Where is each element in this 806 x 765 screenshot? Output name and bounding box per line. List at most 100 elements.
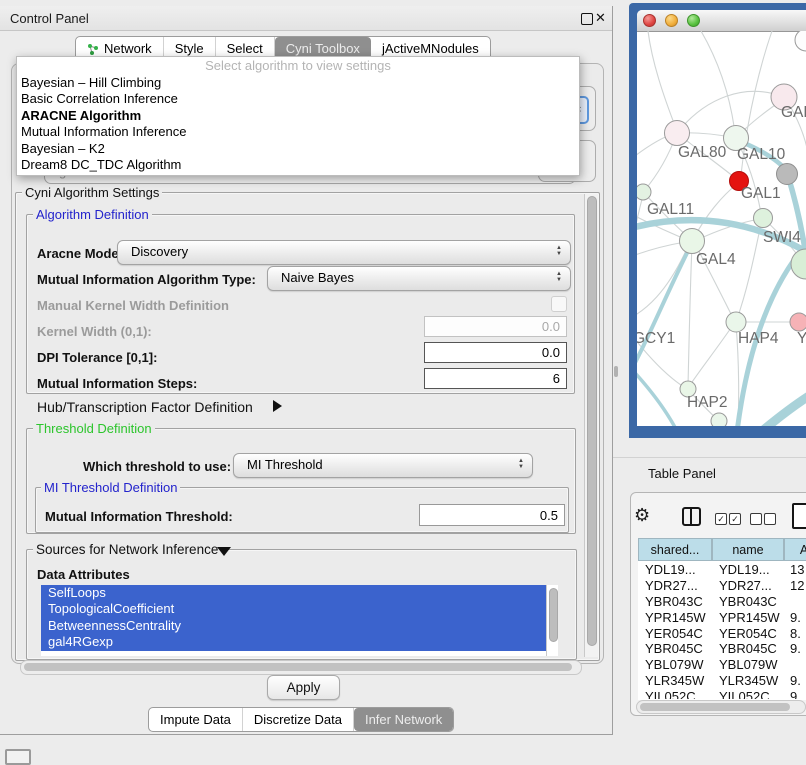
network-node-hap4[interactable] bbox=[726, 312, 746, 332]
which-threshold-label: Which threshold to use: bbox=[83, 459, 231, 474]
attribute-item-selected[interactable]: BetweennessCentrality bbox=[41, 618, 546, 634]
data-attributes-list[interactable]: SelfLoopsTopologicalCoefficientBetweenne… bbox=[41, 585, 557, 656]
attributes-scrollbar[interactable] bbox=[546, 585, 558, 656]
dropdown-prompt: Select algorithm to view settings bbox=[17, 57, 579, 75]
algorithm-option[interactable]: ARACNE Algorithm bbox=[17, 108, 579, 124]
network-node[interactable] bbox=[777, 164, 798, 185]
sources-group-title[interactable]: Sources for Network Inference bbox=[33, 542, 221, 557]
collapse-arrow-icon[interactable] bbox=[217, 547, 231, 556]
network-node[interactable] bbox=[795, 31, 806, 51]
which-threshold-combobox[interactable]: MI Threshold ▲▼ bbox=[233, 453, 533, 478]
table-row[interactable]: YDL19...YDL19...13 bbox=[638, 562, 806, 578]
table-row[interactable]: YIL052CYIL052C9. bbox=[638, 688, 806, 699]
aracne-mode-value: Discovery bbox=[118, 241, 570, 263]
mi-algorithm-type-value: Naive Bayes bbox=[268, 267, 570, 289]
attribute-items: SelfLoopsTopologicalCoefficientBetweenne… bbox=[41, 585, 557, 651]
tab-impute-data[interactable]: Impute Data bbox=[149, 708, 243, 731]
algorithm-option[interactable]: Dream8 DC_TDC Algorithm bbox=[17, 157, 579, 173]
table-cell: YIL052C bbox=[638, 689, 713, 699]
dpi-tolerance-field[interactable]: 0.0 bbox=[424, 342, 567, 363]
close-icon[interactable]: ✕ bbox=[595, 10, 606, 26]
table-row[interactable]: YBL079WYBL079W bbox=[638, 657, 806, 673]
mi-algorithm-type-combobox[interactable]: Naive Bayes ▲▼ bbox=[267, 266, 571, 291]
unchecked-checkbox-icon[interactable] bbox=[750, 513, 762, 525]
close-traffic-light-icon[interactable] bbox=[643, 14, 656, 27]
algorithm-option[interactable]: Basic Correlation Inference bbox=[17, 91, 579, 107]
attribute-item-selected[interactable]: gal4RGexp bbox=[41, 634, 546, 650]
unchecked-checkbox-icon[interactable] bbox=[764, 513, 776, 525]
hub-definition-label[interactable]: Hub/Transcription Factor Definition bbox=[37, 399, 253, 415]
mi-algorithm-type-label: Mutual Information Algorithm Type: bbox=[37, 272, 256, 287]
settings-hscrollbar-thumb[interactable] bbox=[24, 663, 572, 671]
mi-steps-field[interactable]: 6 bbox=[424, 368, 567, 389]
float-window-icon[interactable] bbox=[581, 13, 593, 25]
algorithm-option[interactable]: Bayesian – Hill Climbing bbox=[17, 75, 579, 91]
tab-discretize-data[interactable]: Discretize Data bbox=[243, 708, 354, 731]
column-header-name[interactable]: name bbox=[712, 538, 784, 561]
attribute-item-selected[interactable]: TopologicalCoefficient bbox=[41, 601, 546, 617]
table-row[interactable]: YLR345WYLR345W9. bbox=[638, 673, 806, 689]
tab-label: Style bbox=[175, 41, 204, 56]
tab-label: Select bbox=[227, 41, 263, 56]
network-node-gal1[interactable] bbox=[754, 209, 773, 228]
gear-icon[interactable]: ⚙ bbox=[634, 505, 650, 526]
network-graph[interactable]: GALGAL80GAL10GAL1SWI4GAL11GAL4GCY1HAP4YH… bbox=[637, 31, 806, 426]
apply-button[interactable]: Apply bbox=[267, 675, 340, 700]
table-rows[interactable]: YDL19...YDL19...13YDR27...YDR27...12YBR0… bbox=[638, 562, 806, 699]
splitter-handle[interactable] bbox=[614, 366, 618, 377]
network-node-gal80[interactable] bbox=[665, 121, 690, 146]
network-node[interactable] bbox=[711, 413, 727, 426]
settings-scrollbar[interactable] bbox=[584, 194, 598, 657]
settings-hscrollbar[interactable] bbox=[20, 660, 582, 675]
tab-label: Cyni Toolbox bbox=[286, 41, 360, 56]
node-label: Y bbox=[797, 330, 806, 347]
algorithm-option[interactable]: Bayesian – K2 bbox=[17, 141, 579, 157]
attribute-item-selected[interactable]: SelfLoops bbox=[41, 585, 546, 601]
tab-infer-network[interactable]: Infer Network bbox=[354, 708, 453, 731]
mi-steps-label: Mutual Information Steps: bbox=[37, 376, 197, 391]
network-node-swi4[interactable] bbox=[791, 249, 806, 279]
table-row[interactable]: YDR27...YDR27...12 bbox=[638, 578, 806, 594]
tab-label: Impute Data bbox=[160, 712, 231, 727]
table-row[interactable]: YER054CYER054C8. bbox=[638, 625, 806, 641]
node-label: GAL11 bbox=[647, 201, 694, 218]
checked-checkbox-icon[interactable]: ✓ bbox=[715, 513, 727, 525]
aracne-mode-combobox[interactable]: Discovery ▲▼ bbox=[117, 240, 571, 265]
column-header-partial[interactable]: A bbox=[784, 538, 806, 561]
panel-divider bbox=[613, 457, 806, 458]
table-row[interactable]: YPR145WYPR145W9. bbox=[638, 609, 806, 625]
minimized-panel-icon[interactable] bbox=[5, 749, 31, 765]
mi-threshold-field[interactable]: 0.5 bbox=[419, 504, 565, 526]
tab-label: Network bbox=[104, 41, 152, 56]
table-hscrollbar[interactable] bbox=[636, 700, 806, 714]
manual-kernel-width-checkbox[interactable] bbox=[551, 296, 567, 312]
algorithm-definition-title: Algorithm Definition bbox=[33, 207, 152, 222]
attributes-scrollbar-thumb[interactable] bbox=[549, 588, 558, 642]
tab-label: jActiveMNodules bbox=[382, 41, 479, 56]
network-node-gal4[interactable] bbox=[680, 229, 705, 254]
table-cell: YIL052C bbox=[713, 689, 785, 699]
tab-label: Discretize Data bbox=[254, 712, 342, 727]
node-label: HAP4 bbox=[738, 330, 779, 347]
checked-checkbox-icon[interactable]: ✓ bbox=[729, 513, 741, 525]
column-header-shared[interactable]: shared... bbox=[638, 538, 712, 561]
table-row[interactable]: YBR043CYBR043C bbox=[638, 594, 806, 610]
kernel-width-field[interactable]: 0.0 bbox=[424, 316, 567, 337]
split-pane-icon[interactable] bbox=[682, 507, 701, 526]
control-panel-titlebar[interactable] bbox=[0, 6, 612, 31]
network-window-titlebar[interactable] bbox=[637, 10, 806, 32]
algorithm-option[interactable]: Mutual Information Inference bbox=[17, 124, 579, 140]
zoom-traffic-light-icon[interactable] bbox=[687, 14, 700, 27]
table-cell: 9. bbox=[785, 689, 801, 699]
minimize-traffic-light-icon[interactable] bbox=[665, 14, 678, 27]
expand-arrow-icon[interactable] bbox=[273, 400, 282, 412]
document-icon[interactable] bbox=[792, 503, 806, 529]
table-hscrollbar-thumb[interactable] bbox=[640, 703, 790, 711]
network-node-y[interactable] bbox=[790, 313, 806, 331]
table-cell: YDL19... bbox=[638, 562, 713, 577]
network-node-gal11[interactable] bbox=[637, 184, 651, 200]
table-row[interactable]: YBR045CYBR045C9. bbox=[638, 641, 806, 657]
node-label: GAL bbox=[781, 104, 806, 121]
settings-scrollbar-thumb[interactable] bbox=[587, 196, 597, 646]
mi-threshold-label: Mutual Information Threshold: bbox=[45, 509, 233, 524]
